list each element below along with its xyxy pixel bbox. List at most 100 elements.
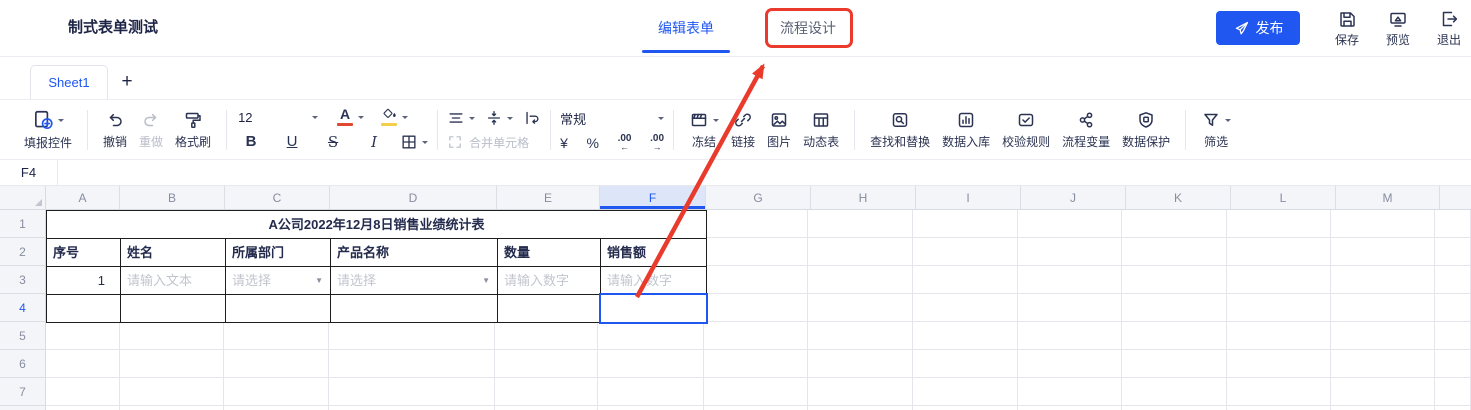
grid-cell[interactable] — [224, 322, 329, 350]
grid-cell[interactable] — [808, 378, 913, 406]
grid-cell[interactable] — [1331, 294, 1435, 322]
grid-cell[interactable] — [598, 406, 704, 410]
grid-cell[interactable] — [1331, 238, 1435, 266]
grid-cell[interactable] — [913, 406, 1018, 410]
grid-cell[interactable] — [224, 406, 329, 410]
table-header-cell[interactable]: 数量 — [497, 238, 601, 267]
grid-cell[interactable] — [120, 350, 225, 378]
entry-input-cell[interactable]: 请输入数字 — [497, 266, 601, 295]
grid-cell[interactable] — [1018, 266, 1123, 294]
grid-cell[interactable] — [1227, 322, 1332, 350]
grid-cell[interactable] — [1122, 210, 1227, 238]
column-header-M[interactable]: M — [1336, 186, 1440, 210]
column-header-A[interactable]: A — [46, 186, 120, 210]
table-empty-cell[interactable] — [330, 294, 498, 323]
column-header-H[interactable]: H — [811, 186, 916, 210]
grid-cell[interactable] — [913, 238, 1018, 266]
grid-cell[interactable] — [1331, 210, 1435, 238]
grid-cell[interactable] — [120, 378, 225, 406]
horizontal-align-button[interactable] — [447, 109, 475, 127]
column-header-K[interactable]: K — [1126, 186, 1231, 210]
grid-cell[interactable] — [704, 350, 809, 378]
grid-cell[interactable] — [46, 322, 120, 350]
grid-cell[interactable] — [808, 294, 913, 322]
grid-cell[interactable] — [1435, 266, 1471, 294]
table-empty-cell[interactable] — [225, 294, 331, 323]
grid-cell[interactable] — [808, 406, 913, 410]
image-button[interactable]: 图片 — [761, 110, 797, 150]
column-header-partial[interactable] — [1440, 186, 1471, 210]
tab-edit-form[interactable]: 编辑表单 — [658, 0, 714, 56]
grid-cell[interactable] — [1122, 406, 1227, 410]
freeze-button[interactable]: 冻结 — [683, 110, 725, 150]
fill-color-button[interactable] — [378, 108, 400, 126]
table-header-cell[interactable]: 销售额 — [600, 238, 707, 267]
grid-cell[interactable] — [598, 350, 704, 378]
process-variables-button[interactable]: 流程变量 — [1056, 110, 1116, 150]
row-header-3[interactable]: 3 — [0, 266, 46, 294]
increase-decimal-button[interactable]: .00 → — [650, 135, 664, 151]
grid-cell[interactable] — [46, 406, 120, 410]
row-header-5[interactable]: 5 — [0, 322, 46, 350]
row-header-7[interactable]: 7 — [0, 378, 46, 406]
grid-cell[interactable] — [329, 350, 495, 378]
grid-cell[interactable] — [1331, 350, 1435, 378]
grid-cell[interactable] — [704, 378, 809, 406]
add-sheet-button[interactable]: + — [114, 67, 140, 97]
grid-cell[interactable] — [913, 294, 1018, 322]
wrap-text-button[interactable] — [523, 109, 541, 127]
vertical-align-button[interactable] — [485, 109, 513, 127]
redo-button[interactable]: 重做 — [133, 110, 169, 150]
grid-cell[interactable] — [1018, 350, 1123, 378]
fill-control-button[interactable]: 填报控件 — [18, 109, 78, 151]
undo-button[interactable]: 撤销 — [97, 110, 133, 150]
grid-cell[interactable] — [1018, 378, 1123, 406]
italic-button[interactable]: I — [359, 133, 389, 151]
chevron-down-icon[interactable] — [358, 116, 364, 122]
column-header-B[interactable]: B — [120, 186, 225, 210]
table-header-cell[interactable]: 序号 — [46, 238, 121, 267]
grid-cell[interactable] — [46, 378, 120, 406]
grid-cell[interactable] — [808, 238, 913, 266]
grid-cell[interactable] — [808, 210, 913, 238]
grid-cell[interactable] — [329, 378, 495, 406]
grid-cell[interactable] — [704, 238, 809, 266]
column-header-E[interactable]: E — [497, 186, 600, 210]
grid-cell[interactable] — [913, 266, 1018, 294]
table-empty-cell[interactable] — [497, 294, 601, 323]
grid-cell[interactable] — [1227, 378, 1332, 406]
table-empty-cell[interactable] — [46, 294, 121, 323]
merge-cells-button[interactable]: 合并单元格 — [447, 134, 529, 151]
number-format-select[interactable]: 常规 — [560, 109, 664, 128]
data-protection-button[interactable]: 数据保护 — [1116, 110, 1176, 150]
grid-cell[interactable] — [808, 350, 913, 378]
grid-cell[interactable] — [704, 322, 809, 350]
row-header-4[interactable]: 4 — [0, 294, 46, 322]
grid-cell[interactable] — [1122, 322, 1227, 350]
row-header-1[interactable]: 1 — [0, 210, 46, 238]
entry-index-cell[interactable]: 1 — [46, 266, 121, 295]
column-header-F[interactable]: F — [600, 186, 706, 210]
grid-cell[interactable] — [808, 322, 913, 350]
publish-button[interactable]: 发布 — [1216, 11, 1300, 45]
grid-cell[interactable] — [224, 378, 329, 406]
grid-cell[interactable] — [329, 406, 495, 410]
link-button[interactable]: 链接 — [725, 110, 761, 150]
grid-cell[interactable] — [1435, 238, 1471, 266]
grid-cell[interactable] — [1018, 238, 1123, 266]
grid-cell[interactable] — [1435, 210, 1471, 238]
grid-cell[interactable] — [495, 378, 598, 406]
column-header-I[interactable]: I — [916, 186, 1021, 210]
grid-cell[interactable] — [704, 294, 809, 322]
grid-cell[interactable] — [1122, 378, 1227, 406]
table-header-cell[interactable]: 所属部门 — [225, 238, 331, 267]
font-size-select[interactable]: 12 — [236, 110, 320, 125]
grid-cell[interactable] — [704, 210, 809, 238]
tab-process-design[interactable]: 流程设计 — [780, 0, 836, 56]
grid-cell[interactable] — [704, 266, 809, 294]
table-title-cell[interactable]: A公司2022年12月8日销售业绩统计表 — [46, 210, 707, 239]
grid-cell[interactable] — [704, 406, 809, 410]
save-button[interactable]: 保存 — [1327, 5, 1367, 51]
format-painter-button[interactable]: 格式刷 — [169, 110, 217, 150]
grid-cell[interactable] — [1227, 266, 1332, 294]
